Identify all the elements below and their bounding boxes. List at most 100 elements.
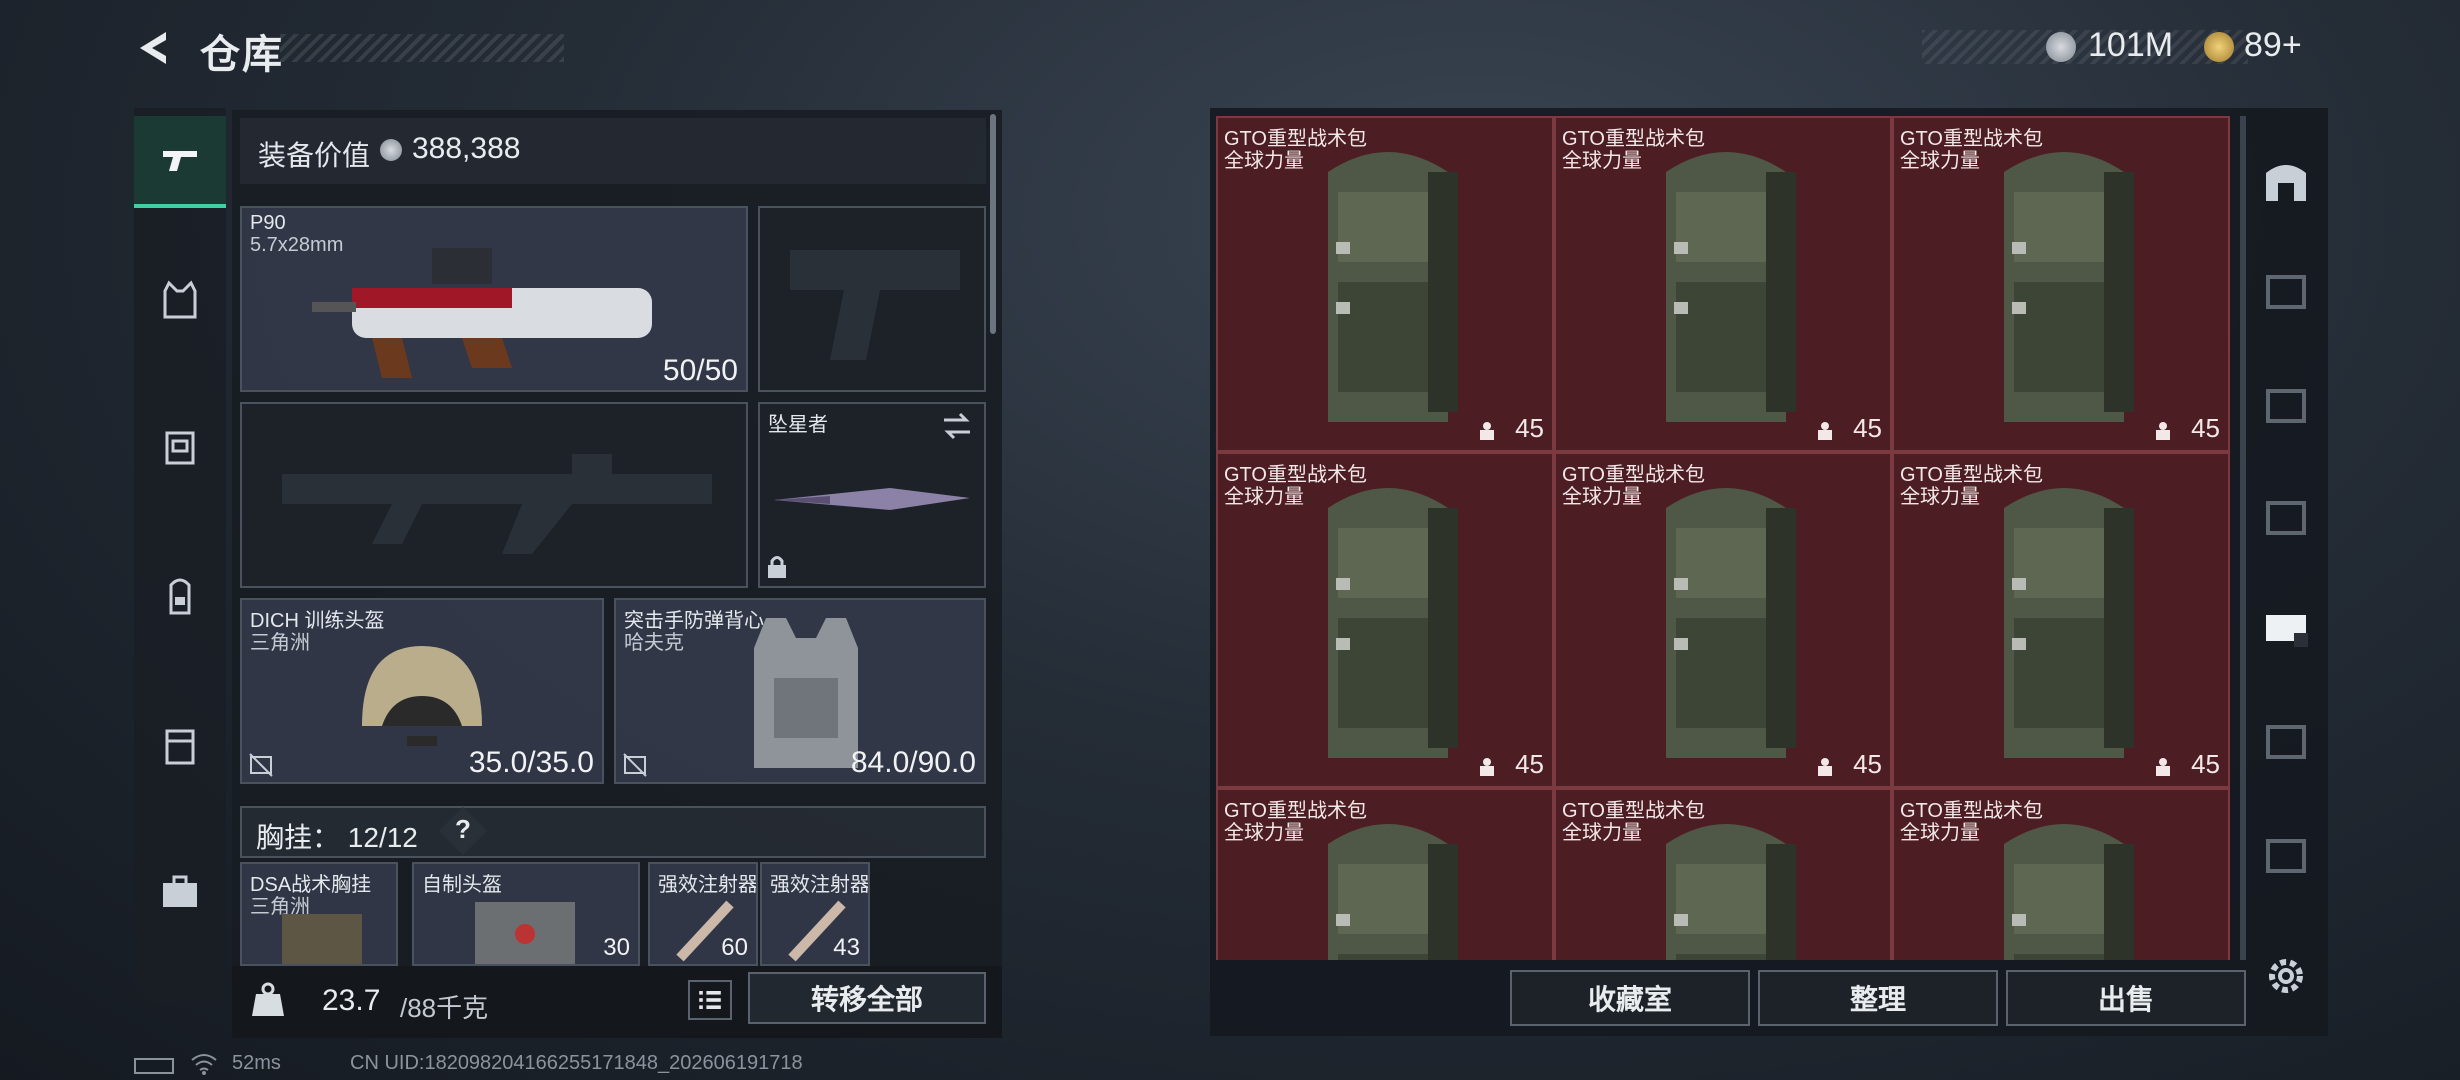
storage-tab-5[interactable] [2244, 686, 2328, 796]
category-case[interactable] [134, 846, 226, 938]
backpack-image [1666, 152, 1796, 422]
backpack-image [1666, 488, 1796, 758]
storage-tab-2[interactable] [2244, 350, 2328, 460]
back-arrow-icon[interactable] [132, 26, 176, 70]
gold-coin-value[interactable]: 89+ [2244, 26, 2302, 65]
melee-slot[interactable]: 坠星者 [758, 402, 986, 588]
item-brand: 全球力量 [1224, 150, 1304, 172]
rifle-slot[interactable] [240, 402, 748, 588]
silver-coin-icon [380, 139, 402, 161]
rig-item[interactable]: 强效注射器 60 [648, 862, 758, 966]
helmet-slot[interactable]: DICH 训练头盔 三角洲 35.0/35.0 [240, 598, 604, 784]
chest-rig-image [282, 914, 362, 964]
storage-tier-icon [2266, 839, 2306, 873]
rig-item-name: 强效注射器 [658, 874, 758, 896]
rifle-silhouette-icon [282, 454, 712, 554]
storage-tier-icon [2266, 501, 2306, 535]
battery-icon [134, 1058, 174, 1074]
inventory-cell[interactable]: GTO重型战术包 全球力量 [1554, 788, 1892, 960]
inventory-cell[interactable]: GTO重型战术包 全球力量 45 [1892, 452, 2230, 788]
sort-button[interactable]: 整理 [1758, 970, 1998, 1026]
swap-icon[interactable] [940, 412, 974, 440]
collection-room-button[interactable]: 收藏室 [1510, 970, 1750, 1026]
inventory-cell[interactable]: GTO重型战术包 全球力量 [1892, 788, 2230, 960]
item-brand: 全球力量 [1562, 822, 1642, 844]
chest-rig-label-text: 胸挂： [256, 822, 341, 853]
item-brand: 全球力量 [1562, 486, 1642, 508]
item-count: 45 [1853, 413, 1882, 443]
armor-slot[interactable]: 突击手防弹背心 哈夫克 84.0/90.0 [614, 598, 986, 784]
weight-icon [252, 982, 284, 1016]
ping-readout: 52ms [232, 1052, 281, 1074]
inventory-cell[interactable]: GTO重型战术包 全球力量 45 [1554, 116, 1892, 452]
page-title: 仓库 [200, 33, 284, 77]
storage-tier-icon [2266, 275, 2306, 309]
primary-weapon-slot[interactable]: P90 5.7x28mm 50/50 [240, 206, 748, 392]
storage-home-icon [2266, 165, 2306, 201]
inventory-cell[interactable]: GTO重型战术包 全球力量 45 [1554, 452, 1892, 788]
rig-item[interactable]: 强效注射器 43 [760, 862, 870, 966]
category-weapons[interactable] [134, 116, 226, 208]
rig-item-count: 43 [833, 934, 860, 961]
category-vest[interactable] [134, 254, 226, 346]
sell-button[interactable]: 出售 [2006, 970, 2246, 1026]
no-insurance-icon [623, 753, 647, 777]
item-count: 45 [1515, 749, 1544, 779]
inventory-cell[interactable]: GTO重型战术包 全球力量 [1216, 788, 1554, 960]
backpack-image [1328, 152, 1458, 422]
item-brand: 全球力量 [1900, 150, 1980, 172]
item-count: 45 [1515, 413, 1544, 443]
rig-item-name: 强效注射器 [770, 874, 870, 896]
help-icon[interactable]: ? [455, 814, 471, 845]
item-count: 45 [1853, 749, 1882, 779]
backpack-icon [169, 578, 191, 615]
secondary-weapon-slot[interactable] [758, 206, 986, 392]
inventory-cell[interactable]: GTO重型战术包 全球力量 45 [1216, 116, 1554, 452]
vest-icon [163, 280, 197, 319]
storage-tab-1[interactable] [2244, 236, 2328, 346]
storage-tab-column [2244, 116, 2328, 966]
title-decoration [280, 34, 564, 62]
category-chest-rig[interactable] [134, 400, 226, 492]
lock-icon [768, 556, 786, 578]
item-brand: 全球力量 [1562, 150, 1642, 172]
backpack-image [2004, 824, 2134, 960]
category-backpack[interactable] [134, 550, 226, 642]
rig-item[interactable]: DSA战术胸挂 三角洲 [240, 862, 398, 966]
category-sidebar [134, 108, 226, 1006]
user-uid: CN UID:182098204166255171848_20260619171… [350, 1052, 803, 1074]
silver-coin-icon [2046, 32, 2076, 62]
helmet-durability: 35.0/35.0 [468, 746, 594, 779]
helmet-case-image [475, 902, 575, 964]
chest-rig-label: 胸挂： 12/12 [256, 816, 418, 856]
storage-tab-all[interactable] [2244, 126, 2328, 236]
equipment-scrollbar[interactable] [990, 114, 996, 334]
weight-icon [2156, 758, 2170, 776]
container-icon [165, 729, 195, 765]
settings-gear-icon[interactable] [2262, 952, 2310, 1000]
knife-image [774, 488, 970, 510]
category-container[interactable] [134, 700, 226, 792]
storage-tab-4-active[interactable] [2244, 572, 2328, 682]
inventory-cell[interactable]: GTO重型战术包 全球力量 45 [1216, 452, 1554, 788]
currency-bar-decoration [1922, 30, 2248, 64]
storage-tab-6[interactable] [2244, 800, 2328, 910]
item-brand: 全球力量 [1224, 822, 1304, 844]
transfer-all-button[interactable]: 转移全部 [748, 972, 986, 1024]
primary-weapon-name: P90 [250, 212, 286, 234]
silver-coin-value[interactable]: 101M [2088, 26, 2173, 65]
chest-rig-icon [165, 431, 195, 465]
list-icon[interactable] [688, 980, 732, 1020]
pistol-silhouette-icon [790, 250, 960, 360]
backpack-image [2004, 152, 2134, 422]
rig-item-count: 60 [721, 934, 748, 961]
chest-rig-capacity: 12/12 [347, 822, 418, 853]
inventory-cell[interactable]: GTO重型战术包 全球力量 45 [1892, 116, 2230, 452]
carry-weight: 23.7 [322, 984, 381, 1017]
storage-tab-3[interactable] [2244, 462, 2328, 572]
backpack-image [1328, 824, 1458, 960]
weight-icon [1818, 422, 1832, 440]
item-brand: 全球力量 [1900, 822, 1980, 844]
rig-item[interactable]: 自制头盔 30 [412, 862, 640, 966]
weight-icon [1480, 758, 1494, 776]
